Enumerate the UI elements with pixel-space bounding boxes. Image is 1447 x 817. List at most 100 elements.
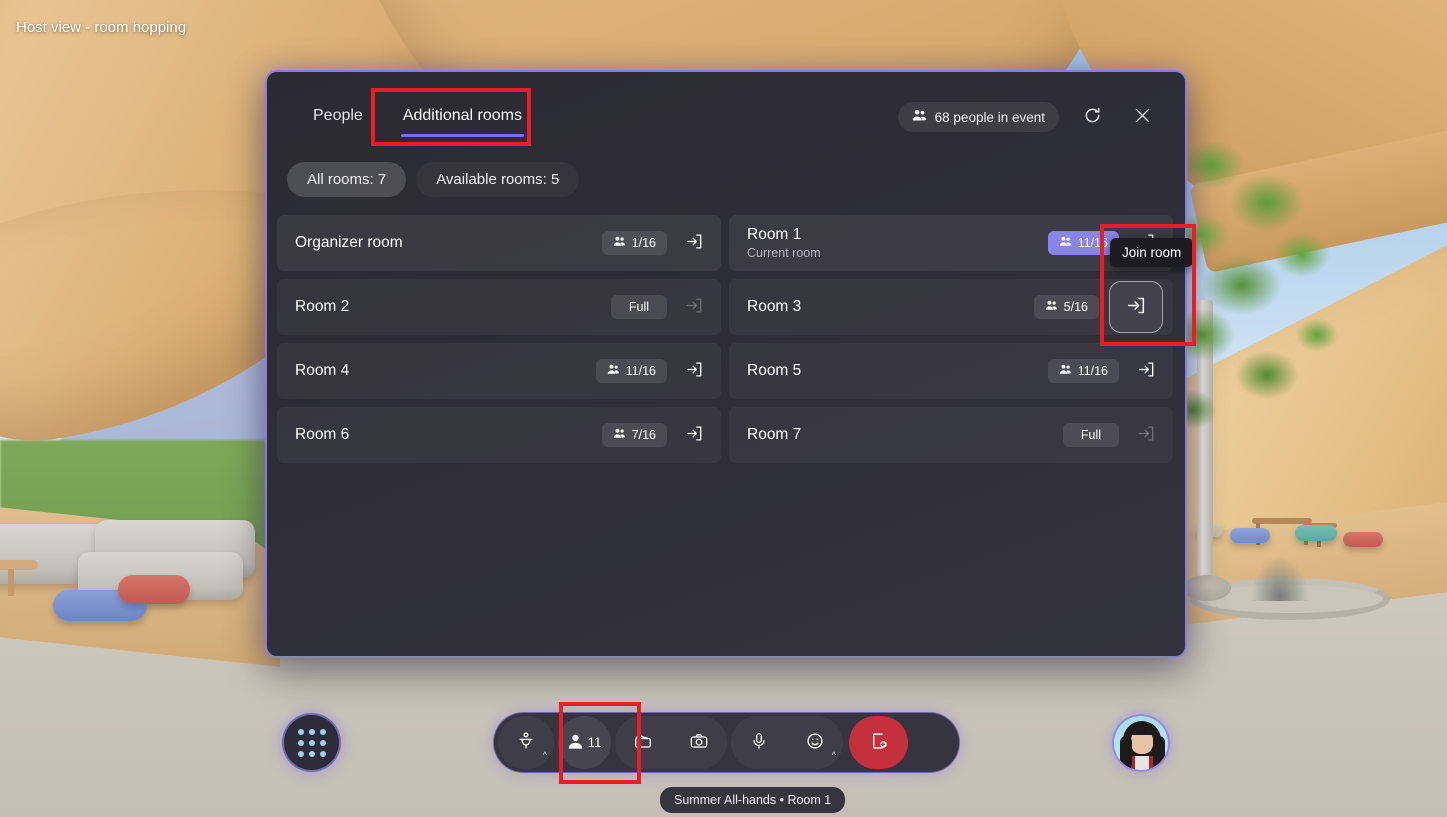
room-card-room-3[interactable]: Room 3 5/16	[729, 279, 1173, 335]
room-name: Room 7	[747, 426, 802, 444]
raise-hand-button[interactable]: ^	[498, 716, 554, 769]
room-occupancy-label: 11/16	[1077, 364, 1108, 378]
room-card-room-7[interactable]: Room 7 Full	[729, 407, 1173, 463]
enter-arrow-icon	[1126, 295, 1147, 319]
refresh-button[interactable]	[1075, 100, 1109, 134]
additional-rooms-panel: People Additional rooms 68 people in eve…	[265, 70, 1187, 658]
camera-icon	[689, 731, 709, 754]
panel-header-actions: 68 people in event	[897, 100, 1165, 134]
room-occupancy-label: 5/16	[1063, 300, 1088, 314]
side-table-left	[0, 560, 38, 596]
filter-all-rooms-label: All rooms: 7	[307, 171, 387, 188]
panel-tabs: People Additional rooms	[287, 95, 538, 139]
tree-foliage	[1172, 135, 1352, 465]
join-room-button-disabled	[677, 290, 711, 324]
enter-arrow-icon	[1137, 424, 1156, 446]
apps-grid-icon	[308, 728, 315, 735]
filter-available-rooms[interactable]: Available rooms: 5	[416, 162, 580, 197]
room-occupancy-label: 11/16	[625, 364, 656, 378]
people-group-icon	[1045, 300, 1058, 314]
avatar-shirt	[1135, 756, 1149, 770]
room-full-badge: Full	[1063, 423, 1119, 447]
apps-grid-icon	[297, 739, 304, 746]
enter-arrow-icon	[685, 360, 704, 382]
people-group-icon	[912, 109, 927, 125]
apps-grid-icon	[297, 728, 304, 735]
room-card-room-6[interactable]: Room 6 7/16	[277, 407, 721, 463]
join-room-button[interactable]	[677, 418, 711, 452]
pouf-teal-right	[1295, 525, 1337, 541]
people-roster-button[interactable]: 11	[558, 716, 611, 769]
toolbar-group-left: ^	[498, 716, 554, 769]
pouf-red	[118, 575, 190, 604]
user-avatar[interactable]	[1112, 714, 1170, 772]
avatar-hair-left	[1120, 736, 1132, 770]
chevron-up-icon: ^	[831, 750, 836, 760]
smiley-icon	[805, 731, 825, 754]
room-name: Organizer room	[295, 234, 403, 252]
refresh-icon	[1083, 106, 1102, 128]
people-group-icon	[1059, 236, 1072, 250]
room-occupancy-label: 7/16	[631, 428, 656, 442]
room-card-organizer-room[interactable]: Organizer room 1/16	[277, 215, 721, 271]
person-icon	[567, 733, 584, 753]
room-card-room-2[interactable]: Room 2 Full	[277, 279, 721, 335]
room-names: Room 4	[295, 361, 349, 380]
room-card-room-1[interactable]: Room 1 Current room 11/16	[729, 215, 1173, 271]
join-room-button[interactable]	[677, 226, 711, 260]
room-filter-chips: All rooms: 7 Available rooms: 5	[277, 162, 1185, 197]
rooms-grid: Organizer room 1/16 Room 1 Current room …	[277, 215, 1173, 463]
apps-grid-icon	[319, 728, 326, 735]
people-group-icon	[1059, 364, 1072, 378]
room-occupancy-badge-current: 11/16	[1047, 231, 1119, 255]
people-in-event-badge: 68 people in event	[897, 102, 1059, 132]
reactions-button[interactable]: ^	[787, 716, 843, 769]
room-names: Room 2	[295, 297, 349, 316]
room-name: Room 2	[295, 298, 350, 316]
room-actions: 5/16	[1033, 281, 1163, 333]
raise-hand-icon	[516, 731, 536, 754]
people-group-icon	[613, 236, 626, 250]
pouf-red-right	[1343, 532, 1383, 547]
apps-grid-icon	[308, 739, 315, 746]
room-name: Room 3	[747, 298, 802, 316]
room-name: Room 5	[747, 362, 802, 380]
room-actions: 1/16	[601, 226, 711, 260]
apps-grid-icon	[308, 750, 315, 757]
join-room-button[interactable]	[677, 354, 711, 388]
join-room-button[interactable]	[1129, 354, 1163, 388]
camera-button[interactable]	[671, 716, 727, 769]
room-subtitle: Current room	[747, 246, 821, 261]
pouf-blue-right	[1230, 528, 1270, 543]
tab-people[interactable]: People	[297, 95, 379, 139]
room-card-room-5[interactable]: Room 5 11/16	[729, 343, 1173, 399]
toolbar-group-media	[615, 716, 727, 769]
microphone-icon	[749, 731, 769, 754]
microphone-button[interactable]	[731, 716, 787, 769]
avatar-fringe	[1129, 726, 1155, 735]
shrub	[1250, 555, 1310, 601]
filter-all-rooms[interactable]: All rooms: 7	[287, 162, 407, 197]
room-names: Room 3	[747, 297, 801, 316]
enter-arrow-icon	[685, 424, 704, 446]
tab-people-label: People	[313, 107, 363, 124]
clapperboard-button[interactable]	[615, 716, 671, 769]
tab-additional-rooms-label: Additional rooms	[402, 107, 522, 124]
room-actions: 11/16	[595, 354, 711, 388]
people-in-event-label: 68 people in event	[934, 109, 1045, 125]
current-room-label: Summer All-hands • Room 1	[660, 787, 846, 813]
room-card-room-4[interactable]: Room 4 11/16	[277, 343, 721, 399]
meeting-toolbar: ^ 11 ^	[493, 712, 960, 773]
tab-additional-rooms[interactable]: Additional rooms	[387, 95, 538, 139]
page-title: Host view - room hopping	[16, 19, 187, 36]
enter-arrow-icon	[1137, 360, 1156, 382]
room-actions: Full	[1063, 418, 1163, 452]
join-room-button-focused[interactable]	[1109, 281, 1163, 333]
leave-event-button[interactable]	[849, 716, 908, 769]
room-occupancy-badge: 11/16	[1047, 359, 1119, 383]
apps-grid-button[interactable]	[282, 713, 341, 772]
room-name: Room 6	[295, 426, 350, 444]
close-icon	[1133, 106, 1152, 128]
room-occupancy-label: 1/16	[631, 236, 656, 250]
close-panel-button[interactable]	[1125, 100, 1159, 134]
